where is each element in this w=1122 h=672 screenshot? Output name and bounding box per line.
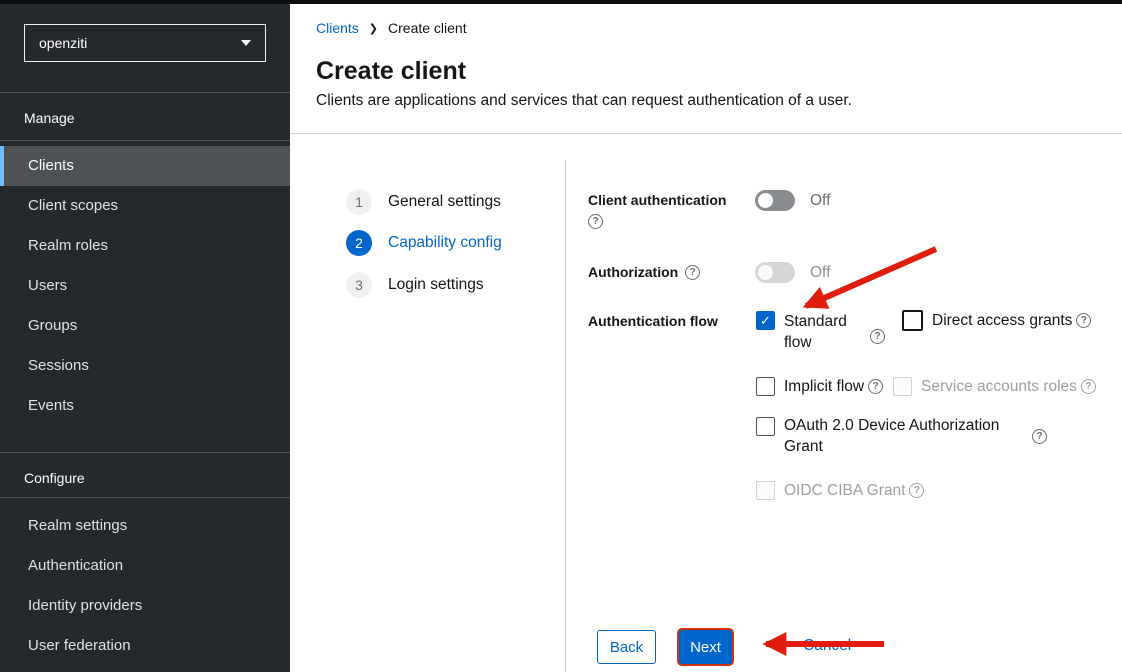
page-title: Create client	[316, 57, 466, 86]
step-number-badge: 1	[346, 189, 372, 215]
breadcrumb-clients-link[interactable]: Clients	[316, 20, 359, 36]
option-oidc-ciba-grant: OIDC CIBA Grant ?	[756, 480, 924, 501]
sidebar-item-users[interactable]: Users	[0, 266, 290, 306]
sidebar-divider	[0, 497, 290, 498]
breadcrumb-current: Create client	[388, 20, 467, 36]
client-authentication-toggle[interactable]	[755, 190, 795, 211]
step-label: Capability config	[388, 234, 502, 252]
option-service-accounts-roles: Service accounts roles ?	[893, 376, 1096, 397]
back-button[interactable]: Back	[597, 630, 656, 664]
sidebar-item-identity-providers[interactable]: Identity providers	[0, 586, 290, 626]
breadcrumb: Clients ❯ Create client	[316, 20, 467, 36]
authorization-toggle	[755, 262, 795, 283]
wizard-step-general-settings[interactable]: 1 General settings	[346, 189, 501, 215]
main-content: Clients ❯ Create client Create client Cl…	[290, 4, 1122, 672]
help-icon[interactable]: ?	[1081, 379, 1096, 394]
cancel-link[interactable]: Cancel	[803, 637, 851, 655]
sidebar-item-realm-roles[interactable]: Realm roles	[0, 226, 290, 266]
oidc-ciba-grant-checkbox	[756, 481, 775, 500]
step-label: General settings	[388, 193, 501, 211]
sidebar-item-sessions[interactable]: Sessions	[0, 346, 290, 386]
help-icon[interactable]: ?	[868, 379, 883, 394]
option-standard-flow: ✓ Standard flow	[756, 311, 860, 353]
option-oauth-device-grant: OAuth 2.0 Device Authorization Grant ?	[756, 415, 1047, 457]
sidebar-item-authentication[interactable]: Authentication	[0, 546, 290, 586]
sidebar-divider	[0, 92, 290, 93]
chevron-right-icon: ❯	[369, 22, 378, 35]
standard-flow-checkbox[interactable]: ✓	[756, 311, 775, 330]
service-accounts-roles-label: Service accounts roles	[921, 376, 1077, 397]
implicit-flow-checkbox[interactable]	[756, 377, 775, 396]
wizard-divider	[565, 160, 566, 672]
step-label: Login settings	[388, 276, 484, 294]
sidebar-item-user-federation[interactable]: User federation	[0, 626, 290, 666]
sidebar-item-groups[interactable]: Groups	[0, 306, 290, 346]
step-number-badge: 3	[346, 272, 372, 298]
service-accounts-roles-checkbox	[893, 377, 912, 396]
oauth-device-grant-label: OAuth 2.0 Device Authorization Grant	[784, 415, 1018, 457]
option-implicit-flow: Implicit flow ?	[756, 376, 883, 397]
realm-selector[interactable]: openziti	[24, 24, 266, 62]
sidebar-nav-configure: Realm settings Authentication Identity p…	[0, 506, 290, 666]
page-description: Clients are applications and services th…	[316, 92, 852, 110]
sidebar-item-client-scopes[interactable]: Client scopes	[0, 186, 290, 226]
authorization-label: Authorization ?	[588, 264, 700, 280]
sidebar-section-configure: Configure	[24, 470, 85, 486]
wizard-step-login-settings[interactable]: 3 Login settings	[346, 272, 484, 298]
toggle-knob	[758, 193, 773, 208]
authorization-state: Off	[810, 264, 830, 282]
sidebar-item-events[interactable]: Events	[0, 386, 290, 426]
realm-selector-value: openziti	[39, 35, 87, 51]
direct-access-grants-checkbox[interactable]	[902, 310, 923, 331]
authentication-flow-label: Authentication flow	[588, 313, 718, 329]
masthead-strip	[0, 0, 1122, 4]
step-number-badge: 2	[346, 230, 372, 256]
help-icon[interactable]: ?	[588, 214, 603, 229]
help-icon[interactable]: ?	[1076, 313, 1091, 328]
toggle-knob	[758, 265, 773, 280]
sidebar-divider	[0, 452, 290, 453]
oauth-device-grant-checkbox[interactable]	[756, 417, 775, 436]
implicit-flow-label: Implicit flow	[784, 376, 864, 397]
wizard-step-capability-config[interactable]: 2 Capability config	[346, 230, 502, 256]
help-icon[interactable]: ?	[1032, 429, 1047, 444]
direct-access-grants-label: Direct access grants	[932, 310, 1072, 331]
sidebar-item-clients[interactable]: Clients	[0, 146, 290, 186]
next-button[interactable]: Next	[679, 630, 732, 664]
sidebar-item-realm-settings[interactable]: Realm settings	[0, 506, 290, 546]
help-icon[interactable]: ?	[870, 329, 885, 344]
sidebar-nav-manage: Clients Client scopes Realm roles Users …	[0, 146, 290, 426]
sidebar: openziti Manage Clients Client scopes Re…	[0, 0, 290, 672]
oidc-ciba-grant-label: OIDC CIBA Grant	[784, 480, 905, 501]
authorization-label-text: Authorization	[588, 264, 678, 280]
standard-flow-label: Standard flow	[784, 311, 860, 353]
client-authentication-state: Off	[810, 192, 830, 210]
help-icon[interactable]: ?	[685, 265, 700, 280]
client-authentication-label: Client authentication	[588, 192, 726, 208]
header-divider	[290, 133, 1122, 134]
caret-down-icon	[241, 40, 251, 46]
sidebar-divider	[0, 140, 290, 141]
help-icon[interactable]: ?	[909, 483, 924, 498]
sidebar-section-manage: Manage	[24, 110, 75, 126]
option-direct-access-grants: Direct access grants ?	[902, 310, 1091, 331]
